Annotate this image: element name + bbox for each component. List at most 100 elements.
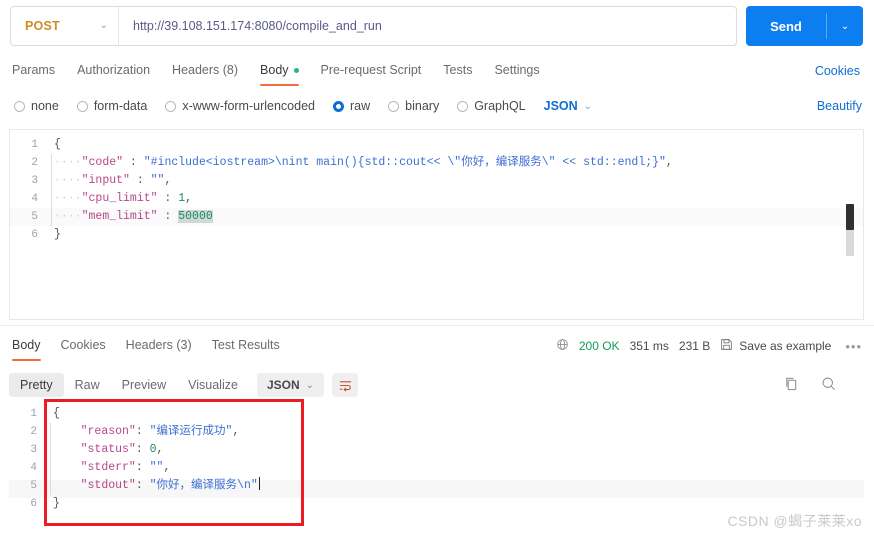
line-number: 1 xyxy=(30,408,37,420)
tab-settings[interactable]: Settings xyxy=(494,63,539,80)
view-tab-visualize[interactable]: Visualize xyxy=(177,373,249,397)
view-tab-raw[interactable]: Raw xyxy=(64,373,111,397)
line-number: 6 xyxy=(31,229,38,241)
line-number: 4 xyxy=(31,193,38,205)
indent-dots: ···· xyxy=(54,192,82,205)
body-type-urlencoded[interactable]: x-www-form-urlencoded xyxy=(165,99,315,113)
response-format-selector[interactable]: JSON ⌄ xyxy=(256,373,325,397)
body-type-graphql[interactable]: GraphQL xyxy=(457,99,526,113)
raw-format-label: JSON xyxy=(543,99,578,113)
wrap-lines-button[interactable] xyxy=(332,373,359,397)
response-tab-headers-label: Headers (3) xyxy=(125,337,192,352)
json-colon: : xyxy=(157,210,179,223)
cookies-link[interactable]: Cookies xyxy=(815,64,860,78)
code-line: 1 { xyxy=(9,405,864,423)
line-number: 1 xyxy=(31,139,38,151)
tab-body[interactable]: Body xyxy=(260,63,299,86)
url-input[interactable]: http://39.108.151.174:8080/compile_and_r… xyxy=(119,19,736,33)
response-format-label: JSON xyxy=(266,378,300,392)
body-type-binary[interactable]: binary xyxy=(388,99,439,113)
body-modified-dot-icon xyxy=(293,67,299,73)
line-content: ····"mem_limit" : 50000 xyxy=(48,208,213,226)
body-type-binary-label: binary xyxy=(405,99,440,113)
json-key: "stdout" xyxy=(80,479,136,492)
json-key: "status" xyxy=(80,443,136,456)
body-type-urlencoded-label: x-www-form-urlencoded xyxy=(182,99,315,113)
beautify-button[interactable]: Beautify xyxy=(817,99,862,113)
raw-format-selector[interactable]: JSON ⌄ xyxy=(544,99,592,113)
body-type-none[interactable]: none xyxy=(14,99,59,113)
code-line: 5 "stdout": "你好，编译服务\n" xyxy=(9,477,864,495)
json-colon: : xyxy=(135,461,150,474)
response-status-group: 200 OK 351 ms 231 B Save as example ••• xyxy=(556,338,862,354)
json-key: "stderr" xyxy=(80,461,136,474)
search-icon[interactable] xyxy=(821,376,836,394)
indent-guide xyxy=(51,172,52,190)
send-button[interactable]: Send xyxy=(746,6,826,46)
indent-guide xyxy=(51,208,52,226)
json-colon: : xyxy=(135,425,150,438)
save-as-example-button[interactable]: Save as example xyxy=(720,338,831,354)
indent-guide xyxy=(50,423,51,441)
response-view-toolbar: Pretty Raw Preview Visualize JSON ⌄ xyxy=(9,369,864,401)
response-tools xyxy=(784,376,864,394)
radio-raw-icon xyxy=(333,100,344,112)
tab-authorization-label: Authorization xyxy=(77,62,151,77)
response-tab-headers[interactable]: Headers (3) xyxy=(126,338,192,355)
body-type-graphql-label: GraphQL xyxy=(474,99,526,113)
code-line: 1 { xyxy=(10,136,863,154)
http-method-label: POST xyxy=(25,19,60,33)
tab-headers[interactable]: Headers (8) xyxy=(172,63,238,80)
tab-params[interactable]: Params xyxy=(12,63,55,80)
response-tab-cookies[interactable]: Cookies xyxy=(61,338,106,355)
radio-graphql-icon xyxy=(457,100,469,112)
more-options-icon[interactable]: ••• xyxy=(845,339,862,354)
request-body-editor[interactable]: 1 { 2 ····"code" : "#include<iostream>\n… xyxy=(9,129,864,320)
line-content: } xyxy=(54,228,61,241)
json-key: "input" xyxy=(81,174,130,187)
chevron-down-icon: ⌄ xyxy=(99,20,108,31)
tab-authorization[interactable]: Authorization xyxy=(77,63,150,80)
json-key: "code" xyxy=(81,156,124,169)
body-type-form-data-label: form-data xyxy=(93,99,148,113)
line-number: 6 xyxy=(30,498,37,510)
response-size: 231 B xyxy=(678,339,711,353)
radio-binary-icon xyxy=(388,100,400,112)
body-type-form-data[interactable]: form-data xyxy=(76,99,148,113)
json-colon: : xyxy=(123,156,144,169)
body-type-none-label: none xyxy=(31,99,59,113)
request-editor-scrollbar-thumb[interactable] xyxy=(846,204,854,230)
json-value: "" xyxy=(149,461,164,474)
view-tab-preview[interactable]: Preview xyxy=(111,373,177,397)
json-comma: , xyxy=(185,192,193,205)
json-colon: : xyxy=(135,479,150,492)
json-key: "cpu_limit" xyxy=(81,192,158,205)
copy-icon[interactable] xyxy=(784,376,799,394)
url-input-wrapper: POST ⌄ http://39.108.151.174:8080/compil… xyxy=(10,6,737,46)
line-number: 2 xyxy=(31,157,38,169)
indent-guide xyxy=(51,154,52,172)
send-options-chevron-down-icon[interactable]: ⌄ xyxy=(827,6,863,46)
request-url-bar: POST ⌄ http://39.108.151.174:8080/compil… xyxy=(10,4,864,48)
response-tab-cookies-label: Cookies xyxy=(60,337,106,352)
response-tab-bar: Body Cookies Headers (3) Test Results 20… xyxy=(12,333,862,361)
watermark: CSDN @蝎子莱莱xo xyxy=(727,513,862,529)
http-method-selector[interactable]: POST ⌄ xyxy=(11,7,119,45)
tab-pre-request-script[interactable]: Pre-request Script xyxy=(321,63,422,80)
line-number: 4 xyxy=(30,462,37,474)
json-colon: : xyxy=(129,174,151,187)
view-tab-pretty[interactable]: Pretty xyxy=(9,373,64,397)
tab-tests[interactable]: Tests xyxy=(443,63,472,80)
line-number: 3 xyxy=(30,444,37,456)
response-tab-body[interactable]: Body xyxy=(12,338,41,361)
body-type-raw[interactable]: raw xyxy=(333,99,370,113)
line-content: "status": 0, xyxy=(47,441,163,459)
json-key: "mem_limit" xyxy=(81,210,158,223)
response-tab-test-results[interactable]: Test Results xyxy=(212,338,280,355)
code-line: 4 "stderr": "", xyxy=(9,459,864,477)
line-content: { xyxy=(54,138,61,151)
line-content: "reason": "编译运行成功", xyxy=(47,423,239,441)
json-colon: : xyxy=(157,192,179,205)
code-line: 3 "status": 0, xyxy=(9,441,864,459)
indent-guide xyxy=(50,441,51,459)
